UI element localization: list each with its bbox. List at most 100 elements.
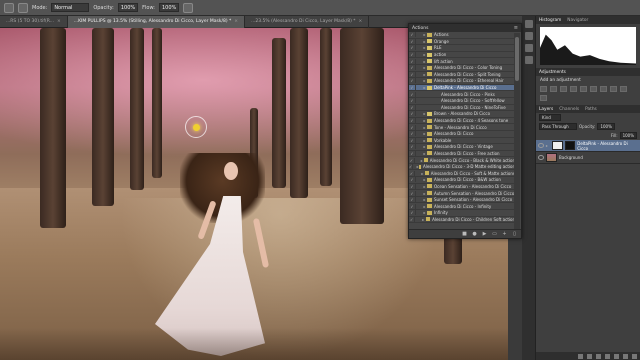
action-row[interactable]: ✓ ▸ RLE: [409, 45, 515, 52]
layer-row-background[interactable]: Background: [536, 152, 640, 164]
action-row[interactable]: ✓ Alessandro Di Cicco - Pinks: [409, 91, 515, 98]
brush-preset-icon[interactable]: [18, 2, 28, 13]
trash-icon[interactable]: [632, 353, 637, 359]
trash-icon[interactable]: ▯: [512, 231, 517, 237]
action-row[interactable]: ✓ ▸ Alessandro Di Cicco - Infinity: [409, 203, 515, 211]
action-row[interactable]: ✓ ▸ Tone - Alessandro Di Cicco: [409, 124, 515, 131]
dialog-toggle-icon[interactable]: [415, 71, 421, 77]
curves-icon[interactable]: [560, 86, 567, 92]
dialog-toggle-icon[interactable]: [415, 32, 421, 38]
dialog-toggle-icon[interactable]: [415, 98, 421, 104]
action-row[interactable]: ✓ ▸ Autumn Sensation - Alessandro Di Cicco: [409, 190, 515, 197]
flow-field[interactable]: 100%: [159, 3, 180, 12]
record-icon[interactable]: ●: [472, 231, 477, 237]
tab-channels[interactable]: Channels: [559, 107, 579, 112]
dialog-toggle-icon[interactable]: [415, 52, 421, 58]
action-row[interactable]: ✓ ▸ Alessandro Di Cicco - Ethereal Hair: [409, 78, 515, 85]
new-group-icon[interactable]: [614, 353, 619, 359]
hue-saturation-icon[interactable]: [590, 86, 597, 92]
document-tab[interactable]: ...23.5% (Alessandro Di Cicco, Layer Mas…: [245, 16, 370, 28]
dialog-toggle-icon[interactable]: [415, 131, 421, 137]
dialog-toggle-icon[interactable]: [415, 190, 421, 196]
action-row[interactable]: ✓ ▸ Orange: [409, 38, 515, 46]
dialog-toggle-icon[interactable]: [415, 85, 421, 91]
levels-icon[interactable]: [550, 86, 557, 92]
history-icon[interactable]: [525, 20, 533, 28]
dialog-toggle-icon[interactable]: [415, 58, 421, 64]
dialog-toggle-icon[interactable]: [415, 104, 421, 110]
tab-layers[interactable]: Layers: [539, 107, 553, 112]
layer-row-active[interactable]: ▸ DeltaPink - Alessandro Di Cicco: [536, 140, 640, 152]
action-row[interactable]: ✓ ▸ Alessandro Di Cicco: [409, 131, 515, 138]
properties-icon[interactable]: [525, 44, 533, 52]
action-row[interactable]: ✓ ▸ Alessandro Di Cicco - Soft & Matte act…: [409, 170, 515, 178]
eye-icon[interactable]: [538, 155, 544, 160]
action-row[interactable]: ✓ ▸ Alessandro Di Cicco - 3-D Matte editin…: [409, 164, 515, 171]
play-icon[interactable]: ▶: [482, 231, 487, 237]
tab-paths[interactable]: Paths: [585, 107, 597, 112]
eye-icon[interactable]: [538, 143, 544, 148]
new-layer-icon[interactable]: [623, 353, 628, 359]
layer-opacity-field[interactable]: 100%: [597, 123, 615, 130]
new-fill-layer-icon[interactable]: [605, 353, 610, 359]
action-row[interactable]: ✓ ▸ action: [409, 52, 515, 59]
action-row[interactable]: ✓ ▸ Alessandro Di Cicco - Color Toning: [409, 65, 515, 72]
action-row[interactable]: ✓ ▸ Alessandro Di Cicco - B&W action: [409, 177, 515, 184]
dialog-toggle-icon[interactable]: [415, 45, 421, 51]
expand-arrow-icon[interactable]: ▸: [546, 143, 550, 148]
action-row[interactable]: ✓ ▸ Vorkable: [409, 137, 515, 145]
new-set-icon[interactable]: ▭: [492, 231, 497, 237]
mode-select[interactable]: Normal: [51, 3, 90, 12]
dialog-toggle-icon[interactable]: [415, 197, 421, 203]
action-row[interactable]: ✓ ▸ Infinity: [409, 210, 515, 217]
close-icon[interactable]: ×: [234, 19, 238, 24]
actions-scrollbar-thumb[interactable]: [515, 37, 519, 81]
dialog-toggle-icon[interactable]: [415, 210, 421, 216]
channel-mixer-icon[interactable]: [540, 95, 547, 101]
stop-icon[interactable]: ■: [462, 231, 467, 237]
dialog-toggle-icon[interactable]: [415, 111, 421, 117]
dialog-toggle-icon[interactable]: [412, 164, 415, 170]
close-icon[interactable]: ×: [57, 19, 61, 24]
dialog-toggle-icon[interactable]: [415, 183, 421, 189]
action-row[interactable]: ✓ ▸ Alessandro Di Cicco - Children Soft ac…: [409, 216, 515, 224]
action-row[interactable]: ✓ Alessandro Di Cicco - NineToFive: [409, 104, 515, 112]
actions-scrollbar[interactable]: [514, 33, 520, 229]
new-action-icon[interactable]: +: [502, 231, 507, 237]
actions-panel-titlebar[interactable]: Actions ≡: [409, 24, 521, 32]
brightness-icon[interactable]: [540, 86, 547, 92]
exposure-icon[interactable]: [570, 86, 577, 92]
dialog-toggle-icon[interactable]: [413, 157, 419, 163]
add-style-icon[interactable]: [587, 353, 592, 359]
action-row[interactable]: ✓ ▸ Alessandro Di Cicco - Vintage: [409, 144, 515, 151]
dialog-toggle-icon[interactable]: [415, 118, 421, 124]
close-icon[interactable]: ×: [359, 19, 363, 24]
panel-menu-icon[interactable]: ≡: [514, 25, 518, 31]
action-row[interactable]: ✓ ▸ Alessandro Di Cicco - 4 Seasons tone: [409, 118, 515, 125]
action-row[interactable]: ✓ ▸ Alessandro Di Cicco - Black & White ac…: [409, 157, 515, 164]
brush-tool-icon[interactable]: [4, 2, 14, 13]
dialog-toggle-icon[interactable]: [415, 78, 421, 84]
color-balance-icon[interactable]: [600, 86, 607, 92]
dialog-toggle-icon[interactable]: [415, 203, 421, 209]
dialog-toggle-icon[interactable]: [415, 150, 421, 156]
document-tab-active[interactable]: ...KIM PULLIPS @ 13.5% (Stilling, Alessa…: [67, 16, 246, 28]
opacity-field[interactable]: 100%: [117, 3, 139, 12]
tab-adjustments[interactable]: Adjustments: [539, 70, 566, 75]
dialog-toggle-icon[interactable]: [415, 144, 421, 150]
actions-icon[interactable]: [525, 32, 533, 40]
blend-mode-select[interactable]: Pass Through: [539, 123, 577, 130]
tab-actions[interactable]: Actions: [412, 26, 428, 31]
action-row[interactable]: ✓ Alessandro Di Cicco - SoftYellow: [409, 98, 515, 105]
action-row[interactable]: ✓ ▸ Ocean Sensation - Alessandro Di Cicco: [409, 183, 515, 191]
tab-histogram[interactable]: Histogram: [539, 18, 561, 23]
action-row[interactable]: ✓ ▸ lift action: [409, 58, 515, 65]
action-row[interactable]: ✓ ▸ Actions: [409, 32, 515, 39]
dialog-toggle-icon[interactable]: [415, 124, 421, 130]
dialog-toggle-icon[interactable]: [415, 177, 421, 183]
action-row[interactable]: ✓ ▸ Sunset Sensation - Alessandro Di Cicco: [409, 197, 515, 204]
link-layers-icon[interactable]: [578, 353, 583, 359]
add-mask-icon[interactable]: [596, 353, 601, 359]
kind-filter-select[interactable]: Kind: [539, 114, 561, 121]
info-icon[interactable]: [525, 56, 533, 64]
